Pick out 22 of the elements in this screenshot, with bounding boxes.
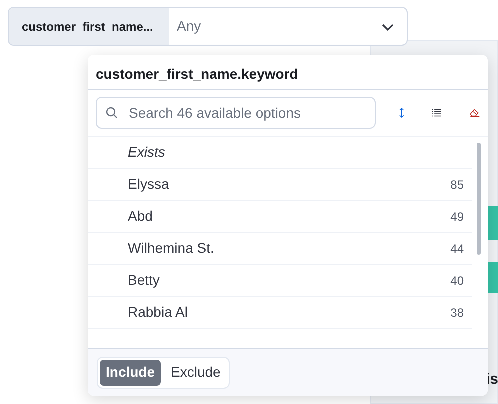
option-count: 49 <box>450 208 464 226</box>
option-label[interactable]: Exists <box>128 142 166 163</box>
option-label[interactable]: Wilhemina St. <box>128 238 214 259</box>
filter-value: Any <box>176 17 202 36</box>
list-icon[interactable] <box>432 107 441 119</box>
search-icon <box>106 107 118 119</box>
option-count: 85 <box>450 176 464 194</box>
option-label[interactable]: Abd <box>128 206 153 227</box>
mode-button[interactable]: Include <box>100 360 162 386</box>
sort-icon[interactable] <box>398 105 406 121</box>
option-count: 38 <box>450 304 464 322</box>
mode-button[interactable]: Exclude <box>165 360 227 386</box>
scrollbar[interactable] <box>477 143 481 255</box>
option-count: 44 <box>450 240 464 258</box>
filter-label: customer_first_name... <box>9 8 169 45</box>
option-label[interactable]: Elyssa <box>128 174 170 195</box>
option-count: 40 <box>450 272 464 290</box>
option-label[interactable]: Rabbia Al <box>128 302 188 323</box>
filter-control[interactable]: customer_first_name... Any <box>8 7 408 46</box>
option-label[interactable]: Betty <box>128 270 160 291</box>
popover-title: customer_first_name.keyword <box>88 55 488 90</box>
search-field[interactable]: Search 46 available options <box>96 97 376 129</box>
